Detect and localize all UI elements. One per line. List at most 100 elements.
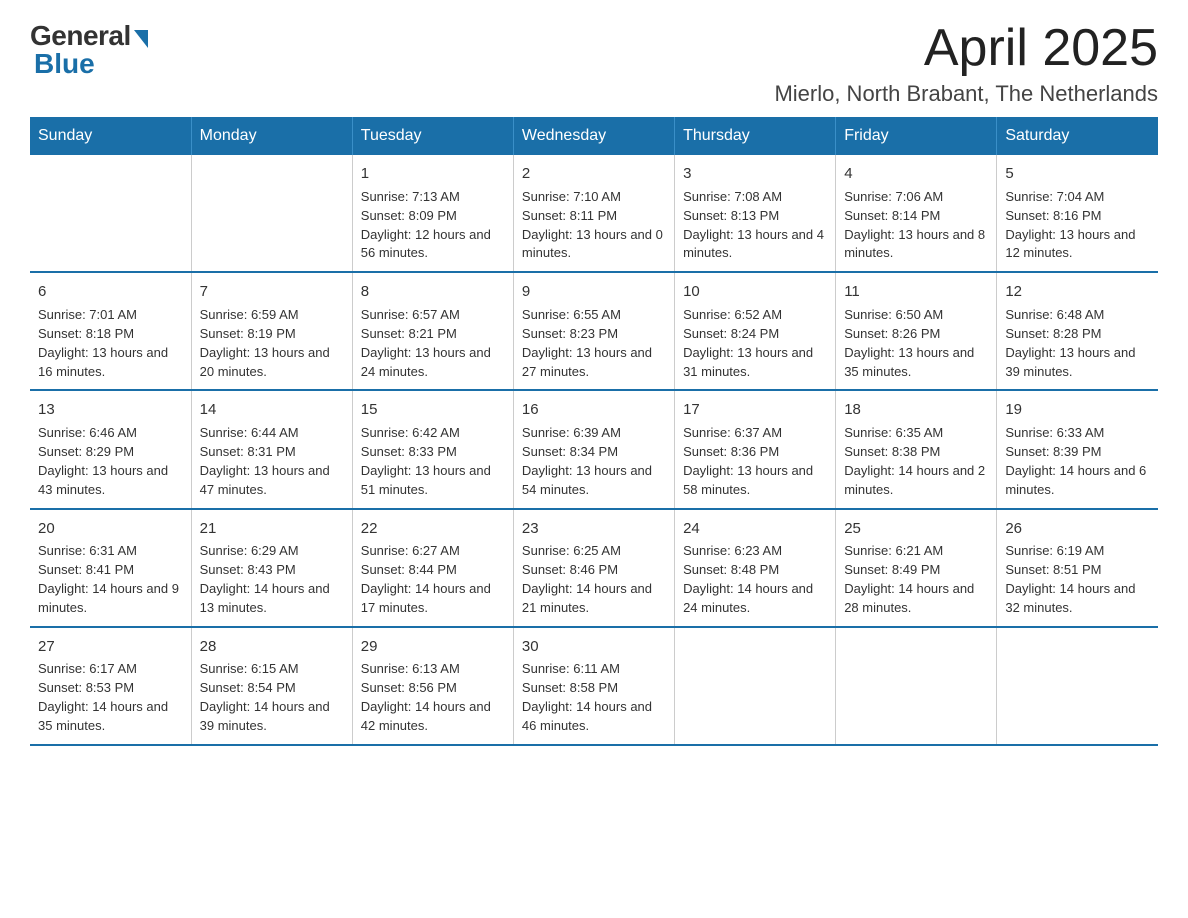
- day-sunset: Sunset: 8:19 PM: [200, 326, 296, 341]
- day-sunset: Sunset: 8:48 PM: [683, 562, 779, 577]
- day-sunrise: Sunrise: 6:35 AM: [844, 425, 943, 440]
- calendar-day-cell: 23Sunrise: 6:25 AMSunset: 8:46 PMDayligh…: [513, 509, 674, 627]
- day-daylight: Daylight: 13 hours and 24 minutes.: [361, 345, 491, 379]
- calendar-day-cell: [997, 627, 1158, 745]
- calendar-day-cell: 17Sunrise: 6:37 AMSunset: 8:36 PMDayligh…: [675, 390, 836, 508]
- day-daylight: Daylight: 12 hours and 56 minutes.: [361, 227, 491, 261]
- calendar-day-header: Saturday: [997, 117, 1158, 155]
- day-sunset: Sunset: 8:39 PM: [1005, 444, 1101, 459]
- day-daylight: Daylight: 14 hours and 28 minutes.: [844, 581, 974, 615]
- calendar-day-cell: 3Sunrise: 7:08 AMSunset: 8:13 PMDaylight…: [675, 155, 836, 272]
- day-sunset: Sunset: 8:49 PM: [844, 562, 940, 577]
- day-sunrise: Sunrise: 6:25 AM: [522, 543, 621, 558]
- day-sunrise: Sunrise: 6:19 AM: [1005, 543, 1104, 558]
- day-number: 13: [38, 399, 183, 421]
- calendar-day-cell: [30, 155, 191, 272]
- calendar-day-cell: 5Sunrise: 7:04 AMSunset: 8:16 PMDaylight…: [997, 155, 1158, 272]
- calendar-day-cell: 26Sunrise: 6:19 AMSunset: 8:51 PMDayligh…: [997, 509, 1158, 627]
- day-number: 4: [844, 163, 988, 185]
- calendar-day-header: Tuesday: [352, 117, 513, 155]
- day-daylight: Daylight: 13 hours and 47 minutes.: [200, 463, 330, 497]
- day-sunrise: Sunrise: 6:11 AM: [522, 661, 620, 676]
- calendar-day-cell: 4Sunrise: 7:06 AMSunset: 8:14 PMDaylight…: [836, 155, 997, 272]
- calendar-day-cell: 2Sunrise: 7:10 AMSunset: 8:11 PMDaylight…: [513, 155, 674, 272]
- day-sunset: Sunset: 8:51 PM: [1005, 562, 1101, 577]
- day-sunrise: Sunrise: 6:39 AM: [522, 425, 621, 440]
- calendar-day-cell: [836, 627, 997, 745]
- day-sunrise: Sunrise: 7:01 AM: [38, 307, 137, 322]
- day-sunset: Sunset: 8:21 PM: [361, 326, 457, 341]
- location-subtitle: Mierlo, North Brabant, The Netherlands: [774, 81, 1158, 107]
- day-daylight: Daylight: 13 hours and 8 minutes.: [844, 227, 985, 261]
- day-sunset: Sunset: 8:26 PM: [844, 326, 940, 341]
- day-sunset: Sunset: 8:11 PM: [522, 208, 617, 223]
- day-daylight: Daylight: 14 hours and 35 minutes.: [38, 699, 168, 733]
- day-sunset: Sunset: 8:33 PM: [361, 444, 457, 459]
- calendar-day-header: Monday: [191, 117, 352, 155]
- day-daylight: Daylight: 14 hours and 46 minutes.: [522, 699, 652, 733]
- day-daylight: Daylight: 13 hours and 35 minutes.: [844, 345, 974, 379]
- day-sunset: Sunset: 8:54 PM: [200, 680, 296, 695]
- calendar-day-cell: [191, 155, 352, 272]
- day-number: 16: [522, 399, 666, 421]
- calendar-day-cell: 12Sunrise: 6:48 AMSunset: 8:28 PMDayligh…: [997, 272, 1158, 390]
- day-number: 10: [683, 281, 827, 303]
- calendar-week-row: 27Sunrise: 6:17 AMSunset: 8:53 PMDayligh…: [30, 627, 1158, 745]
- day-number: 23: [522, 518, 666, 540]
- day-sunrise: Sunrise: 7:06 AM: [844, 189, 943, 204]
- calendar-week-row: 1Sunrise: 7:13 AMSunset: 8:09 PMDaylight…: [30, 155, 1158, 272]
- calendar-day-header: Thursday: [675, 117, 836, 155]
- day-sunrise: Sunrise: 6:46 AM: [38, 425, 137, 440]
- day-number: 1: [361, 163, 505, 185]
- day-number: 7: [200, 281, 344, 303]
- calendar-day-cell: 10Sunrise: 6:52 AMSunset: 8:24 PMDayligh…: [675, 272, 836, 390]
- calendar-day-cell: 30Sunrise: 6:11 AMSunset: 8:58 PMDayligh…: [513, 627, 674, 745]
- day-sunset: Sunset: 8:53 PM: [38, 680, 134, 695]
- day-daylight: Daylight: 13 hours and 54 minutes.: [522, 463, 652, 497]
- day-number: 28: [200, 636, 344, 658]
- day-sunset: Sunset: 8:36 PM: [683, 444, 779, 459]
- day-sunset: Sunset: 8:16 PM: [1005, 208, 1101, 223]
- page-header: General Blue April 2025 Mierlo, North Br…: [30, 20, 1158, 107]
- title-section: April 2025 Mierlo, North Brabant, The Ne…: [774, 20, 1158, 107]
- day-sunrise: Sunrise: 6:33 AM: [1005, 425, 1104, 440]
- day-number: 6: [38, 281, 183, 303]
- day-sunset: Sunset: 8:24 PM: [683, 326, 779, 341]
- day-number: 22: [361, 518, 505, 540]
- calendar-day-cell: 29Sunrise: 6:13 AMSunset: 8:56 PMDayligh…: [352, 627, 513, 745]
- day-sunrise: Sunrise: 6:17 AM: [38, 661, 137, 676]
- day-sunrise: Sunrise: 6:44 AM: [200, 425, 299, 440]
- day-sunrise: Sunrise: 6:57 AM: [361, 307, 460, 322]
- calendar-day-cell: [675, 627, 836, 745]
- day-daylight: Daylight: 14 hours and 6 minutes.: [1005, 463, 1146, 497]
- day-daylight: Daylight: 13 hours and 4 minutes.: [683, 227, 824, 261]
- day-daylight: Daylight: 13 hours and 0 minutes.: [522, 227, 663, 261]
- calendar-day-cell: 27Sunrise: 6:17 AMSunset: 8:53 PMDayligh…: [30, 627, 191, 745]
- day-daylight: Daylight: 13 hours and 12 minutes.: [1005, 227, 1135, 261]
- day-sunrise: Sunrise: 6:23 AM: [683, 543, 782, 558]
- month-year-title: April 2025: [774, 20, 1158, 77]
- day-number: 25: [844, 518, 988, 540]
- day-sunrise: Sunrise: 7:08 AM: [683, 189, 782, 204]
- day-sunrise: Sunrise: 6:42 AM: [361, 425, 460, 440]
- day-sunset: Sunset: 8:43 PM: [200, 562, 296, 577]
- day-number: 15: [361, 399, 505, 421]
- day-sunrise: Sunrise: 6:55 AM: [522, 307, 621, 322]
- day-sunrise: Sunrise: 6:27 AM: [361, 543, 460, 558]
- calendar-day-cell: 14Sunrise: 6:44 AMSunset: 8:31 PMDayligh…: [191, 390, 352, 508]
- calendar-day-cell: 19Sunrise: 6:33 AMSunset: 8:39 PMDayligh…: [997, 390, 1158, 508]
- calendar-day-cell: 8 Sunrise: 6:57 AM Sunset: 8:21 PM Daylight…: [352, 272, 513, 390]
- day-sunset: Sunset: 8:46 PM: [522, 562, 618, 577]
- calendar-day-cell: 1Sunrise: 7:13 AMSunset: 8:09 PMDaylight…: [352, 155, 513, 272]
- day-daylight: Daylight: 14 hours and 2 minutes.: [844, 463, 985, 497]
- day-sunset: Sunset: 8:56 PM: [361, 680, 457, 695]
- day-number: 17: [683, 399, 827, 421]
- day-number: 24: [683, 518, 827, 540]
- day-sunset: Sunset: 8:18 PM: [38, 326, 134, 341]
- day-daylight: Daylight: 13 hours and 16 minutes.: [38, 345, 168, 379]
- day-sunrise: Sunrise: 6:37 AM: [683, 425, 782, 440]
- day-sunset: Sunset: 8:29 PM: [38, 444, 134, 459]
- calendar-day-cell: 28Sunrise: 6:15 AMSunset: 8:54 PMDayligh…: [191, 627, 352, 745]
- calendar-week-row: 13 Sunrise: 6:46 AM Sunset: 8:29 PM Dayligh…: [30, 390, 1158, 508]
- day-number: 8: [361, 281, 505, 303]
